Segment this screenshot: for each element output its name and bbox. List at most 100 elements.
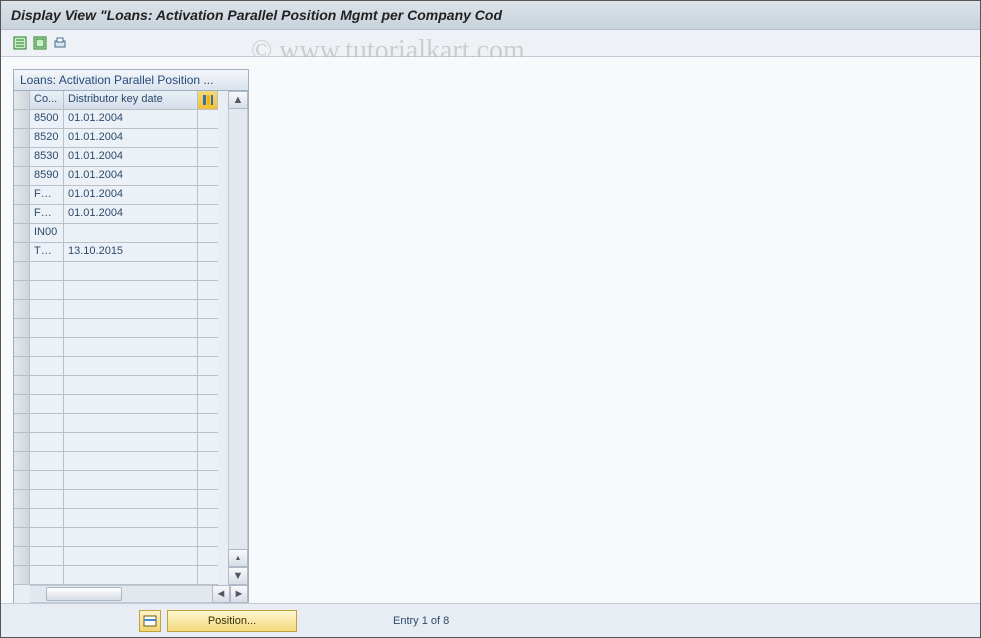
- select-all-cell[interactable]: [14, 91, 30, 110]
- row-selector[interactable]: [14, 167, 30, 186]
- table-row[interactable]: [14, 566, 228, 585]
- table-row[interactable]: 852001.01.2004: [14, 129, 228, 148]
- cell-code: [30, 433, 64, 452]
- hscroll-right-button[interactable]: ►: [230, 585, 248, 603]
- row-selector[interactable]: [14, 376, 30, 395]
- row-selector[interactable]: [14, 547, 30, 566]
- position-button[interactable]: Position...: [167, 610, 297, 632]
- table-row[interactable]: [14, 376, 228, 395]
- cell-code: [30, 547, 64, 566]
- position-icon-button[interactable]: [139, 610, 161, 632]
- table-row[interactable]: [14, 319, 228, 338]
- scroll-down-button[interactable]: ▼: [228, 567, 248, 585]
- row-selector[interactable]: [14, 281, 30, 300]
- row-selector[interactable]: [14, 319, 30, 338]
- table-row[interactable]: [14, 452, 228, 471]
- row-selector[interactable]: [14, 243, 30, 262]
- horizontal-scrollbar[interactable]: ◄ ►: [14, 585, 248, 603]
- row-selector[interactable]: [14, 262, 30, 281]
- cell-code: 8530: [30, 148, 64, 167]
- row-selector[interactable]: [14, 186, 30, 205]
- column-header-date[interactable]: Distributor key date: [64, 91, 198, 110]
- table-row[interactable]: [14, 300, 228, 319]
- cell-date: [64, 319, 198, 338]
- row-selector[interactable]: [14, 357, 30, 376]
- row-selector[interactable]: [14, 110, 30, 129]
- row-selector[interactable]: [14, 452, 30, 471]
- hscroll-thumb[interactable]: [46, 587, 122, 601]
- cell-date: [64, 262, 198, 281]
- row-selector[interactable]: [14, 509, 30, 528]
- cell-date: 13.10.2015: [64, 243, 198, 262]
- hscroll-track[interactable]: [30, 585, 212, 603]
- cell-date: [64, 338, 198, 357]
- row-selector[interactable]: [14, 338, 30, 357]
- table-panel: Loans: Activation Parallel Position ... …: [13, 69, 249, 604]
- row-selector[interactable]: [14, 129, 30, 148]
- table-row[interactable]: [14, 471, 228, 490]
- row-selector[interactable]: [14, 528, 30, 547]
- table-row[interactable]: [14, 414, 228, 433]
- table-row[interactable]: [14, 338, 228, 357]
- table-row[interactable]: FS0101.01.2004: [14, 205, 228, 224]
- scroll-up-button[interactable]: ▲: [228, 91, 248, 109]
- table-row[interactable]: TRM013.10.2015: [14, 243, 228, 262]
- row-selector[interactable]: [14, 395, 30, 414]
- cell-code: 8500: [30, 110, 64, 129]
- hscroll-left-button[interactable]: ◄: [212, 585, 230, 603]
- table-row[interactable]: [14, 281, 228, 300]
- row-selector[interactable]: [14, 414, 30, 433]
- cell-date: 01.01.2004: [64, 129, 198, 148]
- table-row[interactable]: 859001.01.2004: [14, 167, 228, 186]
- expand-all-button[interactable]: [11, 34, 29, 52]
- table-row[interactable]: [14, 357, 228, 376]
- grid: Co... Distributor key date 850001.01.200…: [14, 91, 228, 585]
- row-selector[interactable]: [14, 433, 30, 452]
- cell-date: [64, 224, 198, 243]
- cell-date: 01.01.2004: [64, 205, 198, 224]
- cell-code: IN00: [30, 224, 64, 243]
- cell-code: FS01: [30, 205, 64, 224]
- cell-code: 8520: [30, 129, 64, 148]
- scroll-track[interactable]: [228, 109, 248, 549]
- row-selector[interactable]: [14, 224, 30, 243]
- row-selector[interactable]: [14, 471, 30, 490]
- panel-title: Loans: Activation Parallel Position ...: [14, 70, 248, 91]
- column-config-button[interactable]: [198, 91, 218, 110]
- cell-date: 01.01.2004: [64, 186, 198, 205]
- row-selector[interactable]: [14, 300, 30, 319]
- content-area: Loans: Activation Parallel Position ... …: [1, 57, 980, 605]
- cell-code: [30, 338, 64, 357]
- table-row[interactable]: 853001.01.2004: [14, 148, 228, 167]
- table-row[interactable]: [14, 395, 228, 414]
- vertical-scrollbar[interactable]: ▲ ▲ ▼: [228, 91, 248, 585]
- cell-code: [30, 566, 64, 585]
- collapse-all-button[interactable]: [31, 34, 49, 52]
- cell-date: [64, 376, 198, 395]
- table-row[interactable]: [14, 547, 228, 566]
- table-row[interactable]: [14, 528, 228, 547]
- row-selector[interactable]: [14, 148, 30, 167]
- cell-code: [30, 471, 64, 490]
- row-selector[interactable]: [14, 490, 30, 509]
- cell-code: [30, 262, 64, 281]
- scroll-down-small-button[interactable]: ▲: [228, 549, 248, 567]
- table-row[interactable]: IN00: [14, 224, 228, 243]
- table-row[interactable]: [14, 490, 228, 509]
- cell-code: [30, 300, 64, 319]
- column-header-code[interactable]: Co...: [30, 91, 64, 110]
- table-row[interactable]: [14, 262, 228, 281]
- table-row[interactable]: [14, 433, 228, 452]
- cell-code: [30, 452, 64, 471]
- cell-code: [30, 414, 64, 433]
- cell-date: 01.01.2004: [64, 148, 198, 167]
- cell-date: [64, 357, 198, 376]
- table-row[interactable]: [14, 509, 228, 528]
- print-button[interactable]: [51, 34, 69, 52]
- entry-count-label: Entry 1 of 8: [393, 615, 449, 627]
- table-row[interactable]: FS0001.01.2004: [14, 186, 228, 205]
- row-selector[interactable]: [14, 205, 30, 224]
- footer-bar: Position... Entry 1 of 8: [1, 603, 980, 637]
- table-row[interactable]: 850001.01.2004: [14, 110, 228, 129]
- row-selector[interactable]: [14, 566, 30, 585]
